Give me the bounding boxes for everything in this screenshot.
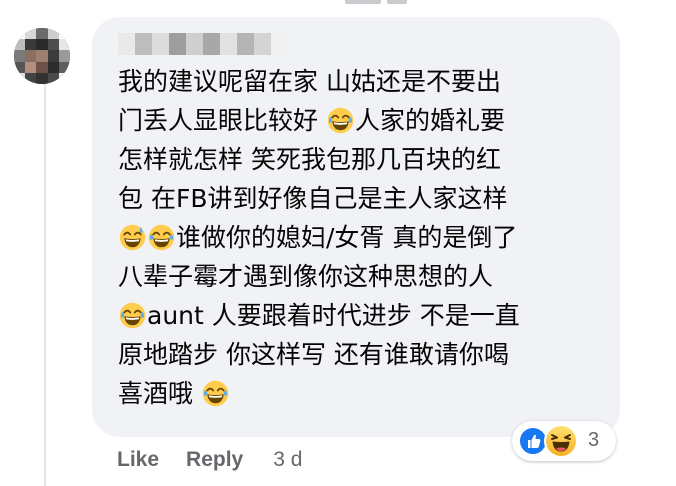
comment-line-text: 我的建议呢留在家 山姑还是不要出 xyxy=(118,67,501,96)
comment-line-text: 门丢人显眼比较好 xyxy=(118,106,326,135)
comment-line-text: 谁做你的媳妇/女胥 真的是倒了 xyxy=(176,223,518,252)
comment-line-text: 包 在FB讲到好像自己是主人家这样 xyxy=(118,184,508,213)
comment-line-text: aunt 人要跟着时代进步 不是一直 xyxy=(147,301,520,330)
comment-actions: Like Reply 3 d xyxy=(117,445,302,475)
reaction-summary[interactable]: 3 xyxy=(512,421,616,461)
comment-line: aunt 人要跟着时代进步 不是一直 xyxy=(118,296,598,335)
comment-line: 八辈子霉才遇到像你这种思想的人 xyxy=(118,257,598,296)
comment-line: 原地踏步 你这样写 还有谁敢请你喝 xyxy=(118,335,598,374)
comment-line-text: 人家的婚礼要 xyxy=(354,106,505,135)
tears-of-joy-emoji-icon xyxy=(202,379,229,407)
comment-page: 我的建议呢留在家 山姑还是不要出 门丢人显眼比较好 人家的婚礼要 怎样就怎样 笑死我… xyxy=(0,0,676,486)
thread-line xyxy=(44,78,46,486)
comment-text: 我的建议呢留在家 山姑还是不要出 门丢人显眼比较好 人家的婚礼要 怎样就怎样 笑死我… xyxy=(118,62,598,413)
comment-line-text: 喜酒哦 xyxy=(118,379,201,408)
reply-button[interactable]: Reply xyxy=(186,448,243,472)
reaction-count: 3 xyxy=(588,429,600,451)
tears-of-joy-emoji-icon xyxy=(148,223,175,251)
avatar[interactable] xyxy=(14,28,70,84)
like-button[interactable]: Like xyxy=(117,448,159,472)
comment-line-text: 怎样就怎样 笑死我包那几百块的红 xyxy=(118,145,501,174)
comment-line: 我的建议呢留在家 山姑还是不要出 xyxy=(118,62,598,101)
comment-line: 包 在FB讲到好像自己是主人家这样 xyxy=(118,179,598,218)
haha-icon xyxy=(544,424,578,458)
commenter-name-pixelated[interactable] xyxy=(118,33,288,55)
tears-of-joy-emoji-icon xyxy=(119,301,146,329)
comment-line-text: 原地踏步 你这样写 还有谁敢请你喝 xyxy=(118,340,509,369)
comment-line: 怎样就怎样 笑死我包那几百块的红 xyxy=(118,140,598,179)
comment-line: 喜酒哦 xyxy=(118,374,598,413)
tears-of-joy-emoji-icon xyxy=(327,106,354,134)
grinning-sweat-emoji-icon xyxy=(119,223,146,251)
comment-line: 门丢人显眼比较好 人家的婚礼要 xyxy=(118,101,598,140)
comment-line-text: 八辈子霉才遇到像你这种思想的人 xyxy=(118,262,494,291)
timestamp-link[interactable]: 3 d xyxy=(273,448,302,472)
avatar-pixelated-image xyxy=(14,28,70,84)
previous-comment-fragment xyxy=(345,0,425,4)
comment-line: 谁做你的媳妇/女胥 真的是倒了 xyxy=(118,218,598,257)
